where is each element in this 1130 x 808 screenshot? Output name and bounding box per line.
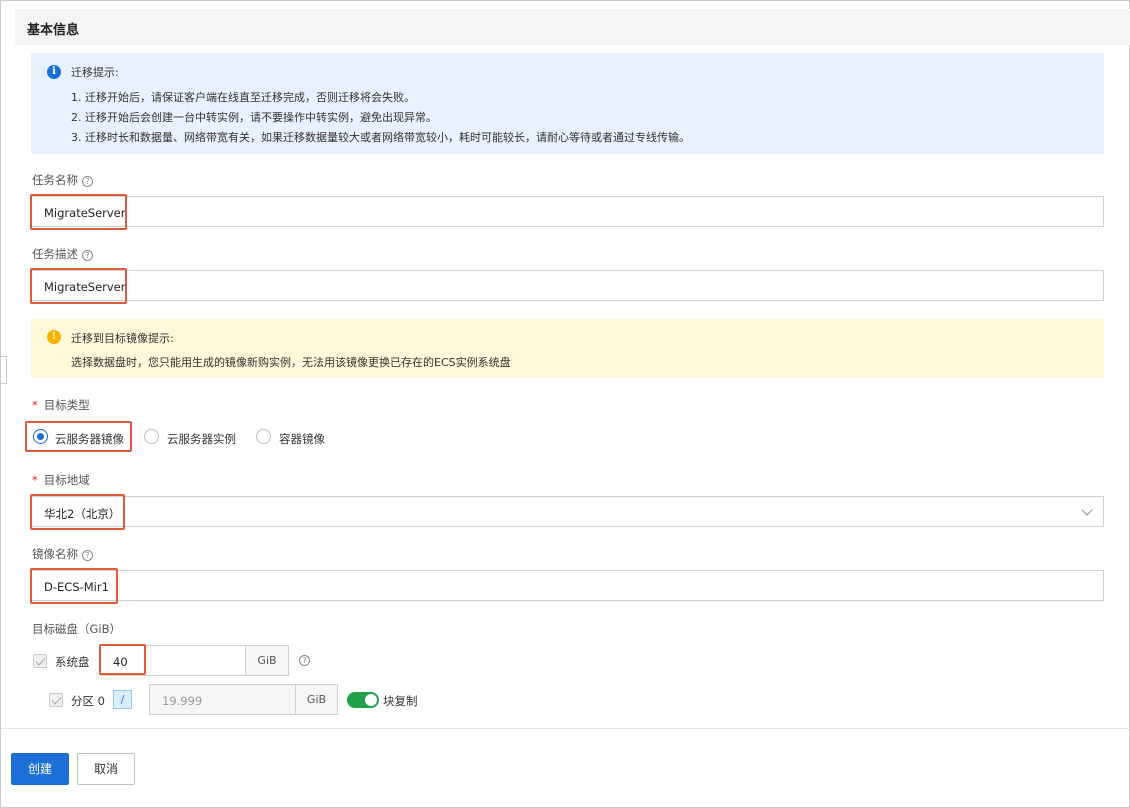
highlight-box [30,494,125,530]
image-name-input[interactable]: D-ECS-Mir1 [31,570,1104,601]
image-tip: ! 迁移到目标镜像提示: 选择数据盘时，您只能用生成的镜像新购实例，无法用该镜像… [31,319,1104,378]
target-disk-label: 目标磁盘（GiB） [32,622,121,636]
migration-tip: i 迁移提示: 1. 迁移开始后，请保证客户端在线直至迁移完成，否则迁移将会失败… [31,53,1104,154]
task-desc-label: 任务描述? [32,246,93,262]
target-region-label: * 目标地域 [32,473,90,487]
chevron-down-icon [1081,504,1093,516]
radio-cloud-instance[interactable] [144,429,159,444]
task-name-label: 任务名称? [32,172,93,188]
create-button[interactable]: 创建 [11,753,69,785]
help-icon[interactable]: ? [299,655,310,666]
highlight-box [30,568,118,604]
partition-label: 分区 0 [71,694,105,708]
block-copy-toggle[interactable] [347,692,379,708]
partition-size-input[interactable]: 19.999 [149,684,296,715]
highlight-box [30,194,127,230]
side-collapse-handle[interactable] [1,356,7,384]
highlight-box [30,268,127,304]
section-title: 基本信息 [27,23,80,38]
radio-container-image[interactable] [256,429,271,444]
help-icon[interactable]: ? [82,250,93,261]
section-header: 基本信息 [15,9,1130,45]
radio-cloud-instance-label[interactable]: 云服务器实例 [167,431,236,447]
system-disk-label: 系统盘 [55,655,90,669]
highlight-box [25,421,132,452]
task-name-input[interactable]: MigrateServer [31,196,1104,227]
info-icon: i [47,65,61,79]
target-region-select[interactable]: 华北2（北京） [31,496,1104,527]
migration-tip-line: 1. 迁移开始后，请保证客户端在线直至迁移完成，否则迁移将会失败。 [71,91,415,104]
image-tip-title: 迁移到目标镜像提示: [71,332,174,345]
migration-tip-line: 3. 迁移时长和数据量、网络带宽有关，如果迁移数据量较大或者网络带宽较小，耗时可… [71,131,690,144]
block-copy-label: 块复制 [383,694,418,708]
cancel-button[interactable]: 取消 [77,753,135,785]
highlight-box [99,644,146,675]
footer-divider [1,728,1130,729]
form-panel: 基本信息 i 迁移提示: 1. 迁移开始后，请保证客户端在线直至迁移完成，否则迁… [0,0,1130,808]
target-type-label: * 目标类型 [32,398,90,412]
partition-path-badge: / [113,690,132,709]
migration-tip-title: 迁移提示: [71,66,119,79]
required-mark: * [32,473,38,487]
partition-checkbox[interactable] [49,693,63,707]
partition-unit: GiB [296,684,338,715]
required-mark: * [32,398,38,412]
warning-icon: ! [47,330,61,344]
radio-container-image-label[interactable]: 容器镜像 [279,431,325,447]
migration-tip-line: 2. 迁移开始后会创建一台中转实例，请不要操作中转实例，避免出现异常。 [71,111,437,124]
help-icon[interactable]: ? [82,176,93,187]
help-icon[interactable]: ? [82,550,93,561]
system-disk-unit: GiB [246,645,289,676]
image-name-label: 镜像名称? [32,546,93,562]
task-desc-input[interactable]: MigrateServer [31,270,1104,301]
system-disk-checkbox[interactable] [33,654,47,668]
image-tip-line: 选择数据盘时，您只能用生成的镜像新购实例，无法用该镜像更换已存在的ECS实例系统… [71,356,511,369]
partition-size-value: 19.999 [162,694,203,708]
